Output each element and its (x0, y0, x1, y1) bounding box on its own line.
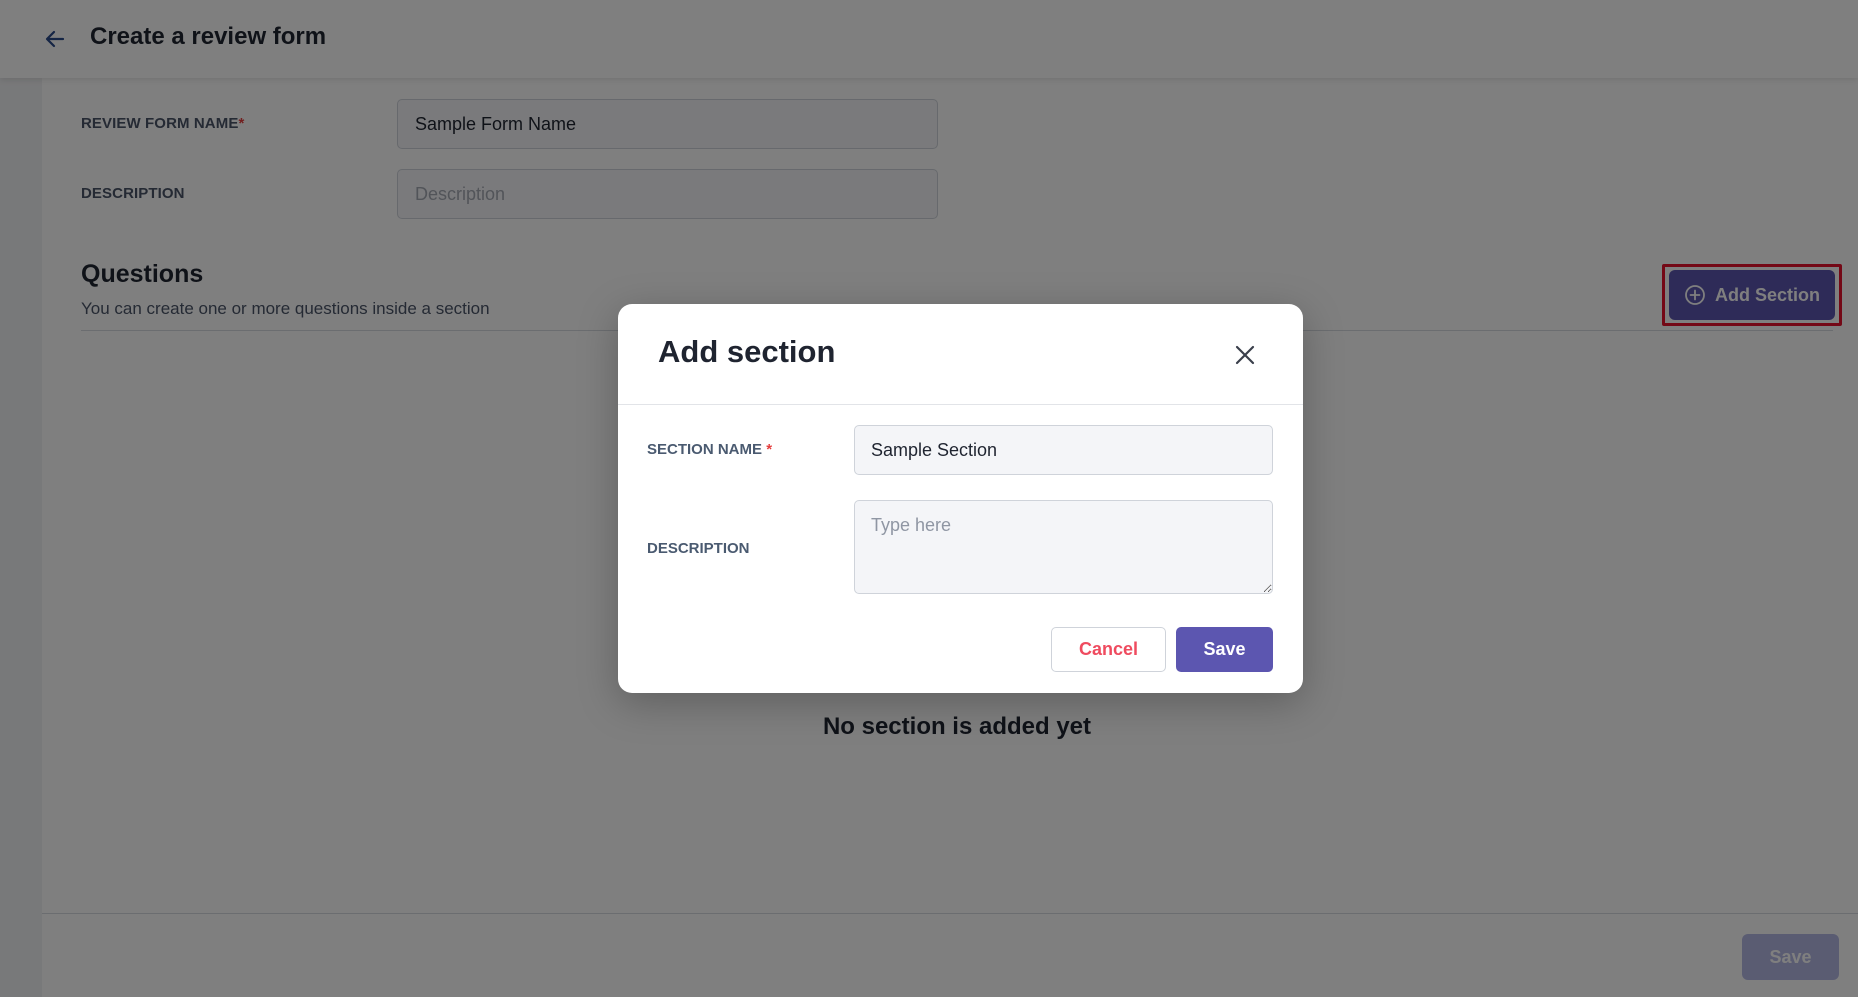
cancel-button[interactable]: Cancel (1051, 627, 1166, 672)
save-button[interactable]: Save (1176, 627, 1273, 672)
section-name-label: SECTION NAME * (647, 441, 772, 458)
modal-divider (618, 404, 1303, 405)
add-section-modal: Add section SECTION NAME * DESCRIPTION C… (618, 304, 1303, 693)
modal-title: Add section (658, 334, 836, 369)
section-description-label: DESCRIPTION (647, 540, 750, 557)
section-description-textarea[interactable] (854, 500, 1273, 594)
close-icon (1235, 345, 1255, 365)
section-name-label-text: SECTION NAME (647, 441, 763, 458)
required-mark: * (766, 441, 773, 458)
section-name-input[interactable] (854, 425, 1273, 475)
review-form-page: Create a review form REVIEW FORM NAME* D… (0, 0, 1858, 997)
modal-close-button[interactable] (1230, 340, 1260, 370)
